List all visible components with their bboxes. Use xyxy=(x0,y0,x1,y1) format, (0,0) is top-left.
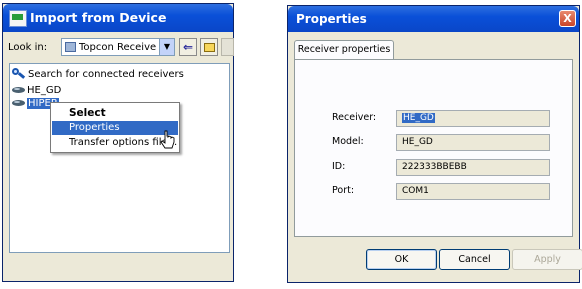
model-label: Model: xyxy=(332,136,364,147)
dropdown-arrow-icon[interactable]: ▼ xyxy=(159,39,174,55)
dialog-title: Properties xyxy=(296,12,367,26)
window-title: Import from Device xyxy=(30,10,167,25)
receiver-value: HE_GD xyxy=(402,113,435,123)
import-from-device-window: Import from Device Look in: Topcon Recei… xyxy=(2,3,234,282)
id-field[interactable]: 222333BBEBB xyxy=(396,159,550,176)
menu-item-select[interactable]: Select xyxy=(52,106,178,120)
list-item-label: Search for connected receivers xyxy=(28,69,184,80)
tab-receiver-properties[interactable]: Receiver properties xyxy=(294,40,394,60)
look-in-label: Look in: xyxy=(8,42,48,53)
properties-dialog: Properties X Receiver properties Receive… xyxy=(287,5,582,283)
receiver-field[interactable]: HE_GD xyxy=(396,110,550,127)
title-bar[interactable]: Properties X xyxy=(288,6,579,32)
id-label: ID: xyxy=(332,161,346,172)
mouse-cursor-icon xyxy=(160,130,175,149)
port-label: Port: xyxy=(332,185,355,196)
receiver-icon xyxy=(12,86,26,94)
up-folder-icon xyxy=(204,43,215,52)
model-field[interactable]: HE_GD xyxy=(396,134,550,151)
receiver-folder-icon xyxy=(65,42,76,52)
back-arrow-icon: ⇐ xyxy=(182,40,194,54)
new-folder-button[interactable] xyxy=(221,38,234,56)
list-item-label: HE_GD xyxy=(27,85,62,96)
back-button[interactable]: ⇐ xyxy=(179,38,197,56)
port-field[interactable]: COM1 xyxy=(396,183,550,200)
list-item-he-gd[interactable]: HE_GD xyxy=(12,84,61,97)
list-item-search[interactable]: Search for connected receivers xyxy=(12,68,184,81)
device-list[interactable]: Search for connected receivers HE_GD HIP… xyxy=(9,63,230,253)
import-app-icon xyxy=(9,10,27,27)
close-button[interactable]: X xyxy=(559,10,576,27)
title-bar[interactable]: Import from Device xyxy=(3,4,233,32)
ok-button[interactable]: OK xyxy=(366,249,437,270)
tab-panel: Receiver: HE_GD Model: HE_GD ID: 222333B… xyxy=(294,59,573,237)
look-in-dropdown[interactable]: Topcon Receive ▼ xyxy=(61,38,175,56)
apply-button[interactable]: Apply xyxy=(512,249,582,270)
cancel-button[interactable]: Cancel xyxy=(439,249,510,270)
close-icon: X xyxy=(563,12,572,25)
receiver-label: Receiver: xyxy=(332,112,377,123)
receiver-icon xyxy=(12,99,26,107)
up-folder-button[interactable] xyxy=(200,38,218,56)
status-area xyxy=(9,258,230,278)
search-icon xyxy=(12,68,26,80)
look-in-value: Topcon Receive xyxy=(79,42,157,53)
